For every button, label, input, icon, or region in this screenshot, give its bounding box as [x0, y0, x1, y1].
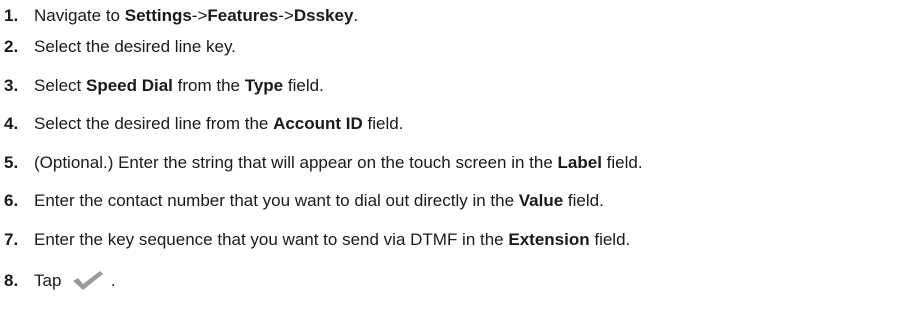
step-item: 8. Tap . — [4, 269, 899, 308]
step-text-run: Select the desired line key. — [34, 37, 236, 56]
step-item: 3. Select Speed Dial from the Type field. — [4, 76, 899, 115]
step-text-run: (Optional.) Enter the string that will a… — [34, 152, 558, 172]
ui-term: Value — [518, 191, 564, 211]
step-item: 1. Navigate to Settings->Features->Dsskey… — [4, 6, 899, 37]
step-text-run: Enter the contact number that you want t… — [34, 191, 519, 211]
step-number: 2. — [4, 37, 19, 56]
step-text-run: . — [106, 270, 116, 290]
step-text-run: field. — [283, 75, 324, 95]
step-text-run: field. — [563, 191, 604, 211]
step-item: 5. (Optional.) Enter the string that will… — [4, 153, 899, 192]
step-text-run: field. — [589, 229, 631, 249]
step-text: Select the desired line key. — [34, 37, 236, 57]
step-number: 6. — [4, 191, 19, 211]
step-text-run: Select — [34, 75, 86, 95]
instruction-steps: 1. Navigate to Settings->Features->Dsskey… — [0, 0, 899, 307]
step-item: 6. Enter the contact number that you want… — [4, 191, 899, 230]
ui-term: Speed Dial — [85, 75, 173, 95]
ui-term: Extension — [508, 229, 590, 249]
step-number: 3. — [4, 75, 19, 95]
step-number: 8. — [4, 270, 19, 290]
step-text-run: -> — [191, 6, 208, 25]
step-number: 7. — [4, 229, 19, 249]
step-text-run: Navigate to — [34, 6, 125, 25]
step-item: 7. Enter the key sequence that you want t… — [4, 230, 899, 269]
step-text: Select Speed Dial from the Type field. — [34, 76, 324, 96]
step-text-run: field. — [362, 114, 404, 134]
step-text: Enter the contact number that you want t… — [34, 191, 604, 211]
step-text-run: . — [353, 6, 359, 25]
step-text: Select the desired line from the Account… — [34, 114, 403, 134]
ui-term: Label — [557, 152, 602, 172]
step-text-run: Select the desired line from the — [34, 114, 274, 134]
step-text: Tap . — [34, 269, 116, 291]
step-number: 4. — [4, 114, 19, 134]
step-text-run: Enter the key sequence that you want to … — [34, 229, 509, 249]
step-text: (Optional.) Enter the string that will a… — [34, 153, 643, 173]
step-text: Enter the key sequence that you want to … — [34, 230, 630, 250]
step-text-run: from the — [172, 75, 245, 95]
ui-term: Settings — [124, 6, 192, 25]
step-number: 1. — [4, 6, 19, 25]
ui-term: Account ID — [273, 114, 363, 134]
ui-term: Dsskey — [293, 6, 354, 25]
step-number: 5. — [4, 152, 19, 172]
check-icon — [73, 270, 104, 290]
step-text-run: field. — [601, 152, 643, 172]
step-text-run: Tap — [34, 270, 67, 290]
ui-term: Features — [207, 6, 279, 25]
step-text: Navigate to Settings->Features->Dsskey. — [34, 6, 358, 26]
ui-term: Type — [244, 75, 284, 95]
step-text-run: -> — [278, 6, 294, 25]
step-item: 2. Select the desired line key. — [4, 37, 899, 76]
step-item: 4. Select the desired line from the Accou… — [4, 114, 899, 153]
